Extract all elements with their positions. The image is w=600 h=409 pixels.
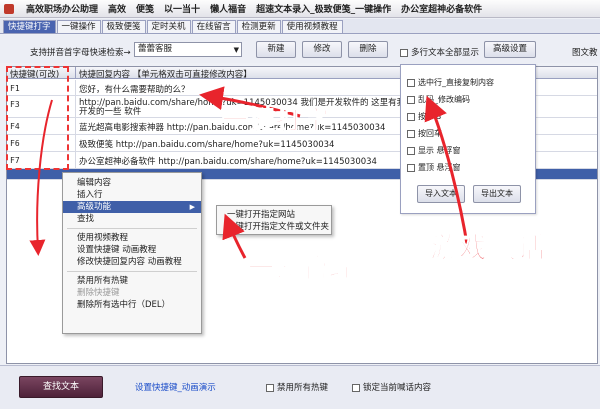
bottom-bar: 查找文本 设置快捷键_动画演示 禁用所有热键 锁定当前喊话内容 (0, 365, 600, 409)
title-item: 高效职场办公助理 (26, 5, 99, 15)
advanced-submenu: 一键打开指定网站 一键打开指定文件或文件夹 (216, 205, 332, 235)
option-label: 选中行_直接复制内容 (418, 78, 494, 87)
option-copy-selected[interactable]: 选中行_直接复制内容 (407, 77, 494, 88)
column-divider (75, 118, 76, 134)
checkbox-box (352, 383, 360, 392)
checkbox-box (407, 95, 415, 104)
annotation-game-shout: 游戏喊话 (429, 231, 547, 265)
column-divider (75, 135, 76, 151)
row-key: F3 (10, 100, 20, 109)
menu-item-delete-selected[interactable]: 删除所有选中行（DEL） (63, 299, 201, 311)
multiline-checkbox[interactable]: 多行文本全部显示 (400, 46, 479, 58)
group-select-value: 蕾蕾客服 (138, 44, 173, 54)
menu-item-hotkey-animation[interactable]: 设置快捷键 动画教程 (63, 244, 201, 256)
context-menu: 编辑内容 插入行 高级功能 ▶ 查找 使用视频教程 设置快捷键 动画教程 修改快… (62, 172, 202, 334)
tab-check-update[interactable]: 检测更新 (236, 20, 281, 33)
tab-online-message[interactable]: 在线留言 (191, 20, 236, 33)
window-titlebar: 高效职场办公助理 高效 便笺 以一当十 懒人福音 超速文本录入_极致便笺_一键操… (0, 0, 600, 18)
delete-button[interactable]: 删除 (348, 41, 388, 58)
option-fix-encoding[interactable]: 乱码_修改编码 (407, 94, 470, 105)
option-label: 按回车 (418, 129, 442, 138)
row-key: F6 (10, 139, 20, 148)
chevron-right-icon: ▶ (189, 203, 195, 211)
column-divider (75, 80, 76, 95)
title-item: 办公室超神必备软件 (401, 5, 483, 15)
tab-bar: 快捷键打字 一键操作 极致便笺 定时关机 在线留言 检测更新 使用视频教程 (0, 19, 600, 34)
column-divider (75, 96, 76, 117)
edit-button[interactable]: 修改 (302, 41, 342, 58)
export-text-button[interactable]: 导出文本 (473, 185, 521, 203)
submenu-open-file[interactable]: 一键打开指定文件或文件夹 (217, 221, 331, 233)
column-divider (75, 67, 76, 79)
checkbox-label: 锁定当前喊话内容 (363, 383, 432, 393)
tab-video-tutorial[interactable]: 使用视频教程 (281, 20, 343, 33)
option-press-enter[interactable]: 按回车 (407, 128, 442, 139)
menu-item-edit-reply-animation[interactable]: 修改快捷回复内容 动画教程 (63, 256, 201, 268)
option-show-floating[interactable]: 显示 悬浮窗 (407, 145, 461, 156)
option-press-tab[interactable]: 按TAB (407, 111, 441, 122)
tab-sticky-note[interactable]: 极致便笺 (101, 20, 146, 33)
title-item: 以一当十 (164, 5, 201, 15)
row-key: F7 (10, 156, 20, 165)
toolbar: 支持拼音首字母快速检索→ 蕾蕾客服 ▼ 新建 修改 删除 多行文本全部显示 高级… (0, 35, 600, 63)
checkbox-box (407, 112, 415, 121)
advanced-settings-button[interactable]: 高级设置 (484, 41, 536, 58)
title-item: 高效 (108, 5, 127, 15)
option-label: 按TAB (418, 112, 442, 121)
title-item: 超速文本录入_极致便笺_一键操作 (256, 5, 392, 15)
chevron-down-icon: ▼ (233, 46, 239, 54)
title-item: 便笺 (136, 5, 155, 15)
checkbox-box (266, 383, 274, 392)
option-label: 置顶 悬浮窗 (418, 163, 461, 172)
lock-shout-checkbox[interactable]: 锁定当前喊话内容 (352, 381, 431, 393)
menu-item-advanced[interactable]: 高级功能 ▶ (63, 201, 201, 213)
menu-item-insert-row[interactable]: 插入行 (63, 189, 201, 201)
menu-separator (67, 228, 197, 229)
submenu-open-website[interactable]: 一键打开指定网站 (217, 209, 331, 221)
menu-item-edit[interactable]: 编辑内容 (63, 177, 201, 189)
row-text: 办公室超神必备软件 http://pan.baidu.com/share/hom… (79, 157, 377, 167)
menu-item-disable-hotkeys[interactable]: 禁用所有热键 (63, 275, 201, 287)
checkbox-box (407, 163, 415, 172)
row-text: 极致便笺 http://pan.baidu.com/share/home?uk=… (79, 140, 335, 150)
new-button[interactable]: 新建 (256, 41, 296, 58)
import-text-button[interactable]: 导入文本 (417, 185, 465, 203)
group-select[interactable]: 蕾蕾客服 ▼ (134, 42, 242, 57)
hotkey-demo-link[interactable]: 设置快捷键_动画演示 (135, 381, 216, 393)
find-text-button[interactable]: 查找文本 (19, 376, 103, 398)
tab-one-key-action[interactable]: 一键操作 (56, 20, 101, 33)
checkbox-box (407, 78, 415, 87)
option-pin-floating[interactable]: 置顶 悬浮窗 (407, 162, 461, 173)
menu-item-label: 高级功能 (77, 202, 112, 212)
checkbox-box (400, 48, 408, 57)
option-label: 乱码_修改编码 (418, 95, 470, 104)
menu-item-find[interactable]: 查找 (63, 213, 201, 225)
option-label: 显示 悬浮窗 (418, 146, 461, 155)
annotation-one-key-manage: 一键管理 (247, 254, 357, 285)
menu-item-delete-hotkey: 删除快捷键 (77, 288, 120, 298)
row-key: F4 (10, 122, 20, 131)
checkbox-box (407, 129, 415, 138)
tab-timed-shutdown[interactable]: 定时关机 (146, 20, 191, 33)
title-item: 懒人福音 (210, 5, 247, 15)
column-divider (75, 152, 76, 168)
app-logo-icon (4, 3, 14, 14)
disable-hotkeys-checkbox[interactable]: 禁用所有热键 (266, 381, 328, 393)
checkbox-box (407, 146, 415, 155)
checkbox-label: 禁用所有热键 (277, 383, 329, 393)
tutorial-link[interactable]: 图文教 (572, 46, 598, 58)
menu-item-video-tutorial[interactable]: 使用视频教程 (63, 232, 201, 244)
annotation-one-key-typing: 一键打字 (221, 106, 331, 137)
tab-hotkey-typing[interactable]: 快捷键打字 (3, 20, 56, 33)
advanced-settings-panel: 选中行_直接复制内容 乱码_修改编码 按TAB 按回车 显示 悬浮窗 置顶 悬浮… (400, 64, 536, 214)
search-hint-label: 支持拼音首字母快速检索→ (30, 48, 131, 58)
column-header-key: 快捷键(可改) (10, 70, 60, 80)
multiline-label: 多行文本全部显示 (411, 48, 480, 58)
menu-separator (67, 271, 197, 272)
column-header-content: 快捷回复内容 【单元格双击可直接修改内容】 (79, 70, 252, 80)
row-text: 您好，有什么需要帮助的么？ (79, 85, 190, 95)
row-key: F1 (10, 84, 20, 93)
